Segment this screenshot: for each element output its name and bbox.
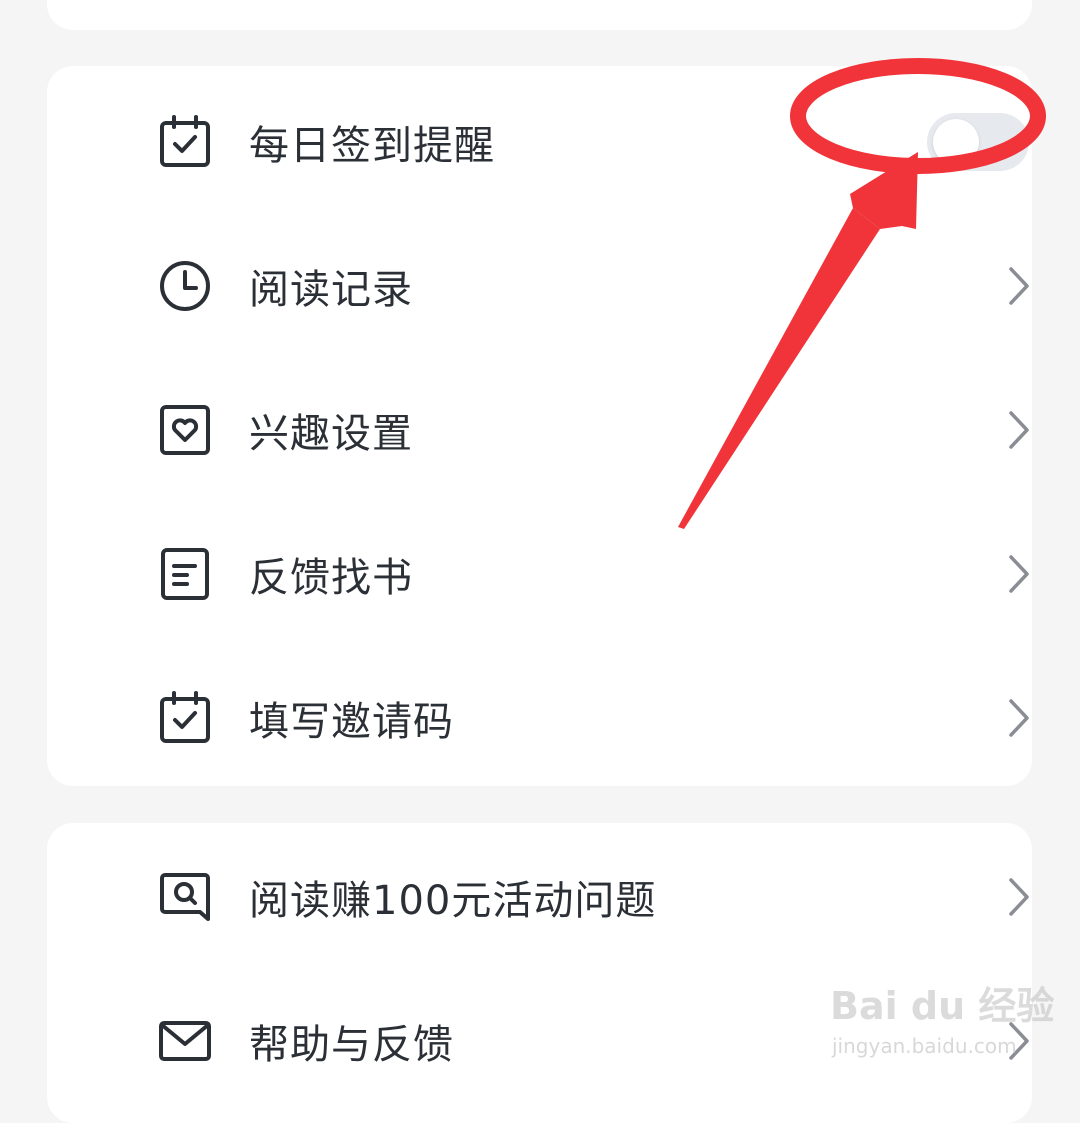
- settings-row-interest-settings[interactable]: 兴趣设置: [47, 358, 1032, 502]
- settings-card-2: 阅读赚100元活动问题 帮助与反馈: [47, 823, 1032, 1123]
- settings-row-feedback-find-book[interactable]: 反馈找书: [47, 502, 1032, 646]
- document-icon: [157, 546, 213, 602]
- chevron-right-icon: [1000, 696, 1036, 740]
- chevron-right-icon: [1000, 408, 1036, 452]
- settings-row-label: 兴趣设置: [249, 411, 413, 457]
- settings-card-1: 每日签到提醒 阅读记录 兴趣设置 反馈找书 填写邀请码: [47, 66, 1032, 786]
- baidu-jingyan-watermark-url: jingyan.baidu.com: [832, 1034, 1017, 1058]
- settings-row-label: 帮助与反馈: [249, 1022, 454, 1068]
- chat-search-icon: [157, 869, 213, 925]
- settings-row-label: 反馈找书: [249, 555, 413, 601]
- settings-row-label: 阅读赚100元活动问题: [249, 878, 657, 924]
- clock-icon: [157, 258, 213, 314]
- calendar-check-icon: [157, 690, 213, 746]
- chevron-right-icon: [1000, 552, 1036, 596]
- top-card-partial: [47, 0, 1032, 30]
- daily-checkin-toggle[interactable]: [927, 113, 1029, 171]
- settings-row-reading-earn-faq[interactable]: 阅读赚100元活动问题: [47, 825, 1032, 969]
- chevron-right-icon: [1000, 264, 1036, 308]
- baidu-jingyan-watermark-logo: Bai du 经验: [830, 984, 1055, 1028]
- calendar-check-icon: [157, 114, 213, 170]
- settings-row-invite-code[interactable]: 填写邀请码: [47, 646, 1032, 790]
- chevron-right-icon: [1000, 875, 1036, 919]
- toggle-knob: [933, 119, 979, 165]
- settings-row-label: 每日签到提醒: [249, 123, 495, 169]
- settings-row-label: 填写邀请码: [249, 699, 454, 745]
- settings-row-reading-history[interactable]: 阅读记录: [47, 214, 1032, 358]
- settings-row-daily-checkin-reminder: 每日签到提醒: [47, 70, 1032, 214]
- settings-row-label: 阅读记录: [249, 267, 413, 313]
- mail-icon: [157, 1013, 213, 1069]
- heart-square-icon: [157, 402, 213, 458]
